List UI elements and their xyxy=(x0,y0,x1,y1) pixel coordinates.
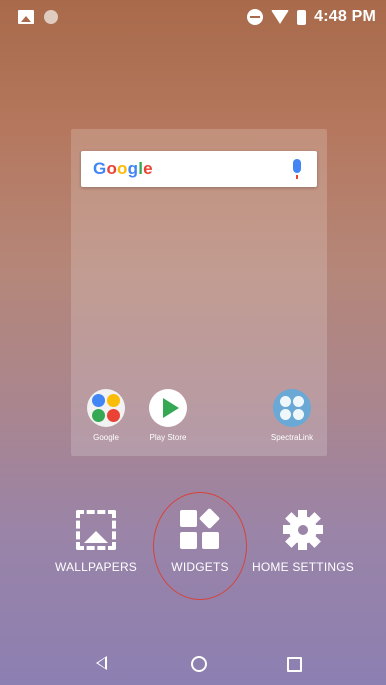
mic-icon[interactable] xyxy=(293,159,301,179)
home-icon[interactable] xyxy=(191,656,207,672)
play-store-icon xyxy=(149,389,187,427)
google-logo: Google xyxy=(93,159,153,178)
home-settings-button[interactable]: HOME SETTINGS xyxy=(248,510,358,574)
home-settings-label: HOME SETTINGS xyxy=(252,560,354,574)
google-folder-icon xyxy=(87,389,125,427)
google-search-bar[interactable]: Google xyxy=(81,151,317,187)
gallery-icon xyxy=(18,10,34,24)
home-screen-preview[interactable]: Google Google Play Store SpectraLink xyxy=(71,129,327,456)
gear-icon xyxy=(283,510,323,550)
back-icon[interactable] xyxy=(96,656,107,670)
status-bar: 4:48 PM xyxy=(0,0,386,34)
app-label: Play Store xyxy=(149,433,187,442)
app-play-store[interactable]: Play Store xyxy=(138,389,198,442)
highlight-ring xyxy=(153,492,247,600)
recents-icon[interactable] xyxy=(287,657,302,672)
status-time: 4:48 PM xyxy=(314,8,376,25)
app-label: SpectraLink xyxy=(270,433,314,442)
navigation-bar xyxy=(0,640,386,685)
battery-charging-icon xyxy=(297,9,307,25)
app-label: Google xyxy=(93,433,119,442)
wifi-icon xyxy=(271,10,290,24)
app-google[interactable]: Google xyxy=(76,389,136,442)
wallpapers-button[interactable]: WALLPAPERS xyxy=(41,510,151,574)
app-spectralink[interactable]: SpectraLink xyxy=(262,389,322,442)
do-not-disturb-icon xyxy=(247,9,264,25)
wallpaper-icon xyxy=(76,510,116,550)
spectralink-folder-icon xyxy=(273,389,311,427)
notification-dot-icon xyxy=(44,10,58,24)
wallpapers-label: WALLPAPERS xyxy=(54,560,138,574)
